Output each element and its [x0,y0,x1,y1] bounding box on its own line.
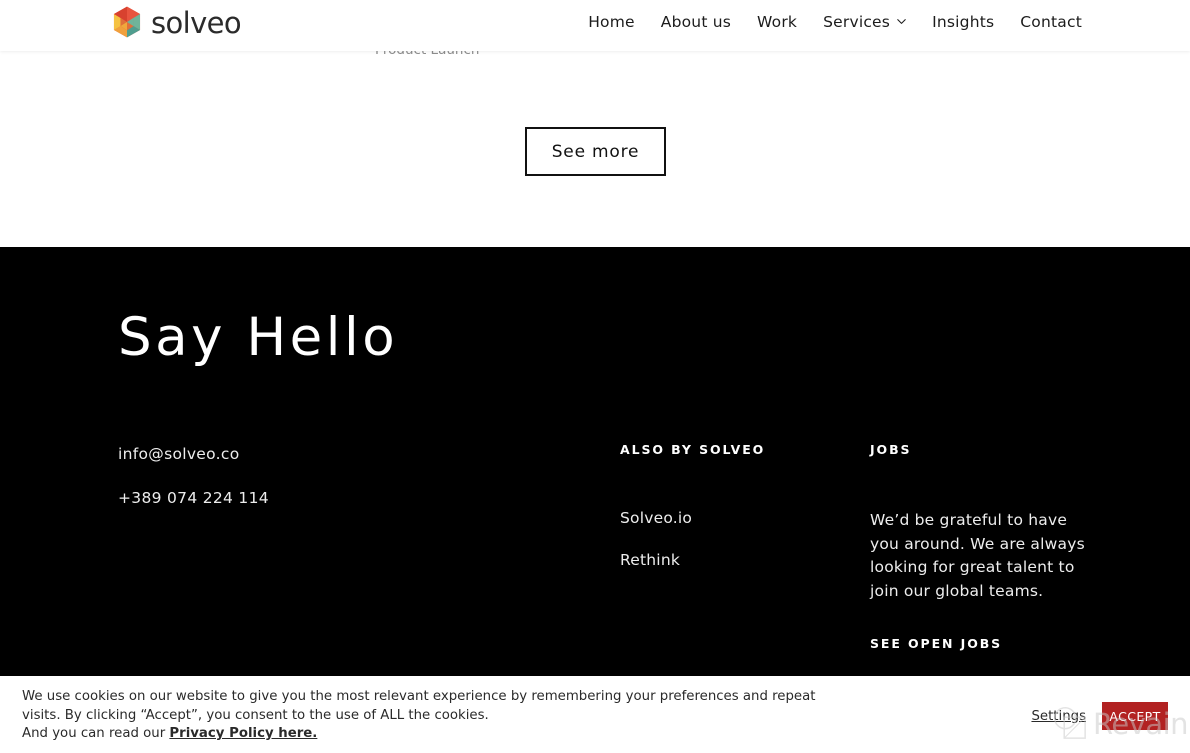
also-by-link-rethink[interactable]: Rethink [620,551,840,569]
brand-logo[interactable]: solveo [112,5,242,40]
chevron-down-icon [897,18,906,24]
cookie-settings-link[interactable]: Settings [1031,709,1086,724]
see-more-button[interactable]: See more [525,127,666,176]
footer-heading: Say Hello [118,307,399,368]
primary-navigation: Home About us Work Services Insights Con… [588,13,1082,31]
footer-phone[interactable]: +389 074 224 114 [118,489,269,507]
solveo-hexagon-logo-icon [113,6,141,38]
cookie-accept-button[interactable]: ACCEPT [1102,702,1168,730]
nav-item-home[interactable]: Home [588,13,635,31]
nav-item-contact[interactable]: Contact [1020,13,1082,31]
site-header: solveo Home About us Work Services Insig… [0,0,1190,51]
brand-wordmark: solveo [151,5,242,40]
cookie-text-main: We use cookies on our website to give yo… [22,689,816,723]
nav-item-about-us[interactable]: About us [661,13,731,31]
also-by-title: ALSO BY SOLVEO [620,442,766,457]
nav-item-services[interactable]: Services [823,13,906,31]
nav-item-insights[interactable]: Insights [932,13,994,31]
cookie-banner-text: We use cookies on our website to give yo… [22,688,842,744]
nav-label-services: Services [823,13,891,31]
jobs-title: JOBS [870,442,912,457]
nav-label-contact: Contact [1020,13,1082,31]
nav-label-insights: Insights [932,13,995,31]
nav-label-work: Work [757,13,798,31]
privacy-policy-link[interactable]: Privacy Policy here. [169,726,317,741]
jobs-description: We’d be grateful to have you around. We … [870,511,1085,600]
footer-email[interactable]: info@solveo.co [118,445,269,463]
site-footer: Say Hello info@solveo.co +389 074 224 11… [0,247,1190,677]
footer-also-by-column: ALSO BY SOLVEO Solveo.io Rethink [620,442,840,593]
see-open-jobs-link[interactable]: SEE OPEN JOBS [870,636,1002,651]
footer-contact-column: info@solveo.co +389 074 224 114 [118,445,269,533]
cookie-text-prefix: And you can read our [22,726,170,741]
footer-jobs-column: JOBS We’d be grateful to have you around… [870,442,1085,653]
page-root: Product Launch See more solveo Home [0,0,1190,753]
nav-label-about-us: About us [660,13,732,31]
cookie-consent-banner: We use cookies on our website to give yo… [0,676,1190,753]
nav-label-home: Home [588,13,635,31]
also-by-link-solveo-io[interactable]: Solveo.io [620,509,840,527]
cookie-banner-actions: Settings ACCEPT [1031,702,1168,730]
nav-item-work[interactable]: Work [757,13,797,31]
